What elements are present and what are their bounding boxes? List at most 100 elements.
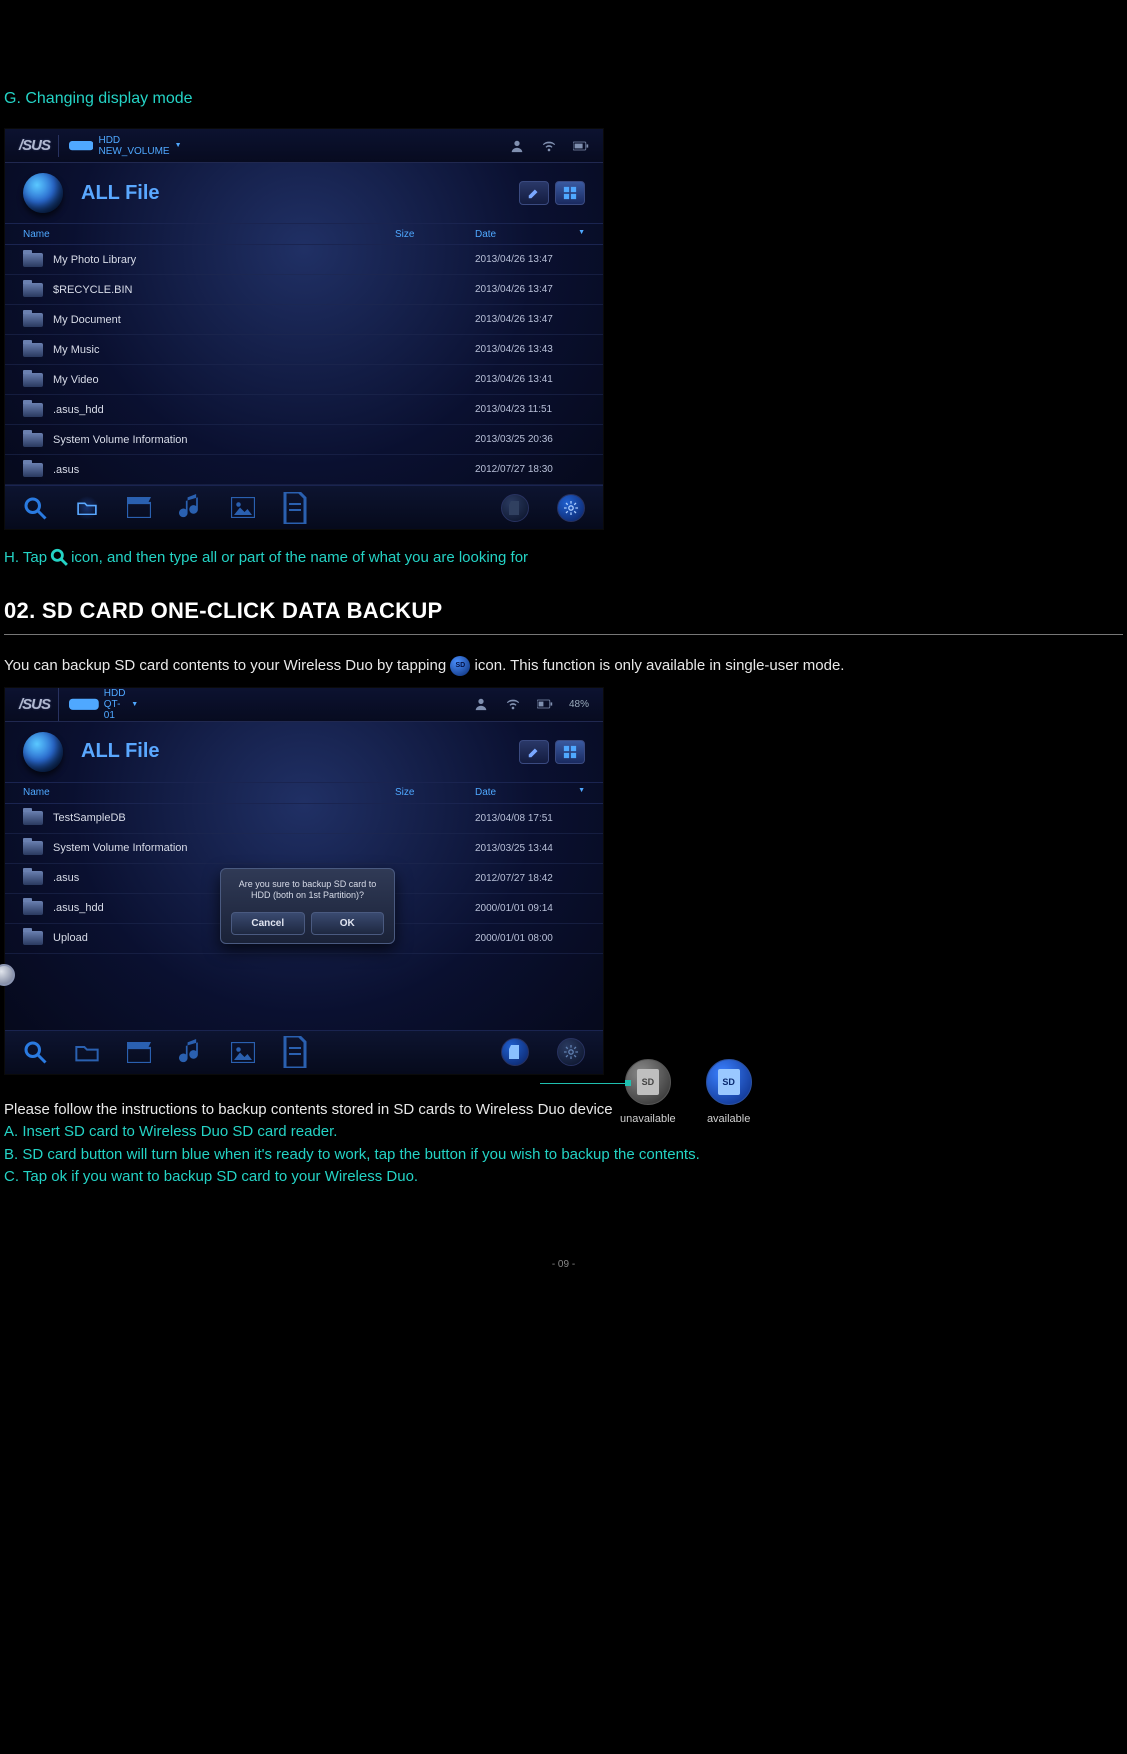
list-item[interactable]: .asus_hdd 2013/04/23 11:51 bbox=[5, 395, 603, 425]
column-headers: Name Size Date▼ bbox=[5, 223, 603, 245]
list-item[interactable]: My Document2013/04/26 13:47 bbox=[5, 305, 603, 335]
body-pre: You can backup SD card contents to your … bbox=[4, 657, 446, 674]
sd-backup-button[interactable] bbox=[501, 1038, 529, 1066]
folder-icon bbox=[23, 373, 43, 387]
list-item[interactable]: $RECYCLE.BIN2013/04/26 13:47 bbox=[5, 275, 603, 305]
file-date: 2013/03/25 20:36 bbox=[475, 434, 585, 445]
document-icon bbox=[283, 492, 307, 524]
asus-logo: /SUS bbox=[19, 137, 50, 154]
edit-button[interactable] bbox=[519, 181, 549, 205]
volume-selector[interactable]: HDD NEW_VOLUME ▼ bbox=[58, 135, 182, 157]
file-name: .asus_hdd bbox=[53, 404, 395, 416]
instructions: Please follow the instructions to backup… bbox=[0, 1075, 1127, 1189]
file-date: 2012/07/27 18:30 bbox=[475, 464, 585, 475]
folder-icon bbox=[23, 403, 43, 417]
file-date: 2013/04/26 13:41 bbox=[475, 374, 585, 385]
ok-button[interactable]: OK bbox=[311, 912, 385, 935]
body-post: icon. This function is only available in… bbox=[475, 657, 845, 674]
list-item[interactable]: TestSampleDB2013/04/08 17:51 bbox=[5, 804, 603, 834]
col-size[interactable]: Size bbox=[395, 229, 475, 240]
nav-search[interactable] bbox=[23, 496, 47, 520]
folder-icon bbox=[23, 463, 43, 477]
pencil-icon bbox=[527, 186, 541, 200]
search-icon bbox=[23, 1040, 47, 1064]
folder-open-icon bbox=[77, 500, 97, 516]
list-item[interactable]: System Volume Information2013/03/25 13:4… bbox=[5, 834, 603, 864]
col-name[interactable]: Name bbox=[23, 787, 395, 798]
edit-button[interactable] bbox=[519, 740, 549, 764]
list-item[interactable]: My Photo Library2013/04/26 13:47 bbox=[5, 245, 603, 275]
callout-line bbox=[540, 1083, 630, 1084]
col-date[interactable]: Date▼ bbox=[475, 229, 585, 240]
file-name: TestSampleDB bbox=[53, 812, 395, 824]
title-row: ALL File bbox=[5, 163, 603, 223]
folder-icon bbox=[23, 931, 43, 945]
col-date[interactable]: Date▼ bbox=[475, 787, 585, 798]
sd-card-icon: SD bbox=[637, 1069, 659, 1095]
dropdown-caret-icon: ▼ bbox=[131, 701, 138, 708]
hdd-icon bbox=[69, 138, 93, 153]
col-size[interactable]: Size bbox=[395, 787, 475, 798]
file-name: My Document bbox=[53, 314, 395, 326]
cancel-button[interactable]: Cancel bbox=[231, 912, 305, 935]
confirm-dialog: Are you sure to backup SD card to HDD (b… bbox=[220, 868, 395, 944]
wifi-icon[interactable] bbox=[505, 697, 521, 711]
nav-video[interactable] bbox=[127, 496, 151, 520]
nav-photo[interactable] bbox=[231, 1040, 255, 1064]
gear-icon bbox=[564, 1045, 578, 1059]
file-date: 2000/01/01 09:14 bbox=[475, 903, 585, 914]
hdd-icon bbox=[69, 695, 99, 714]
sd-state-legend: SD unavailable SD available bbox=[620, 1059, 752, 1125]
settings-button[interactable] bbox=[557, 494, 585, 522]
app-header: /SUS HDD QT-01 ▼ 48% bbox=[5, 688, 603, 722]
nav-document[interactable] bbox=[283, 496, 307, 520]
list-item[interactable]: System Volume Information 2013/03/25 20:3… bbox=[5, 425, 603, 455]
file-name: My Photo Library bbox=[53, 254, 395, 266]
settings-button[interactable] bbox=[557, 1038, 585, 1066]
pencil-icon bbox=[527, 745, 541, 759]
list-item[interactable]: My Music2013/04/26 13:43 bbox=[5, 335, 603, 365]
section-h-text: H. Tap icon, and then type all or part o… bbox=[0, 530, 1127, 584]
folder-icon bbox=[23, 253, 43, 267]
nav-search[interactable] bbox=[23, 1040, 47, 1064]
sd-unavailable-chip: SD unavailable bbox=[620, 1059, 676, 1125]
grid-view-button[interactable] bbox=[555, 181, 585, 205]
sd-icon: SD bbox=[450, 656, 470, 676]
nav-photo[interactable] bbox=[231, 496, 255, 520]
nav-files[interactable] bbox=[75, 1040, 99, 1064]
grid-icon bbox=[563, 745, 577, 759]
volume-selector[interactable]: HDD QT-01 ▼ bbox=[58, 688, 138, 721]
section-02-body: You can backup SD card contents to your … bbox=[0, 655, 1127, 677]
folder-icon bbox=[23, 433, 43, 447]
column-headers: Name Size Date▼ bbox=[5, 782, 603, 804]
col-name[interactable]: Name bbox=[23, 229, 395, 240]
battery-percent: 48% bbox=[569, 699, 589, 710]
user-icon[interactable] bbox=[473, 697, 489, 711]
nav-video[interactable] bbox=[127, 1040, 151, 1064]
volume-label: HDD NEW_VOLUME bbox=[98, 135, 169, 157]
globe-icon bbox=[23, 173, 63, 213]
dropdown-caret-icon: ▼ bbox=[175, 142, 182, 149]
file-date: 2000/01/01 08:00 bbox=[475, 933, 585, 944]
wifi-icon[interactable] bbox=[541, 139, 557, 153]
nav-document[interactable] bbox=[283, 1040, 307, 1064]
sd-icon bbox=[508, 501, 522, 515]
instructions-lead: Please follow the instructions to backup… bbox=[4, 1099, 1123, 1122]
dialog-message: Are you sure to backup SD card to HDD (b… bbox=[231, 879, 384, 902]
sd-backup-button[interactable] bbox=[501, 494, 529, 522]
user-icon[interactable] bbox=[509, 139, 525, 153]
list-item[interactable]: .asus2012/07/27 18:30 bbox=[5, 455, 603, 485]
battery-icon bbox=[537, 697, 553, 711]
nav-music[interactable] bbox=[179, 1040, 203, 1064]
nav-music[interactable] bbox=[179, 496, 203, 520]
file-name: System Volume Information bbox=[53, 434, 395, 446]
file-date: 2012/07/27 18:42 bbox=[475, 873, 585, 884]
file-name: $RECYCLE.BIN bbox=[53, 284, 395, 296]
grid-view-button[interactable] bbox=[555, 740, 585, 764]
nav-files[interactable] bbox=[75, 496, 99, 520]
search-icon bbox=[50, 548, 68, 566]
h-post: icon, and then type all or part of the n… bbox=[71, 549, 528, 566]
list-item[interactable]: My Video2013/04/26 13:41 bbox=[5, 365, 603, 395]
file-date: 2013/04/23 11:51 bbox=[475, 404, 585, 415]
file-name: My Music bbox=[53, 344, 395, 356]
